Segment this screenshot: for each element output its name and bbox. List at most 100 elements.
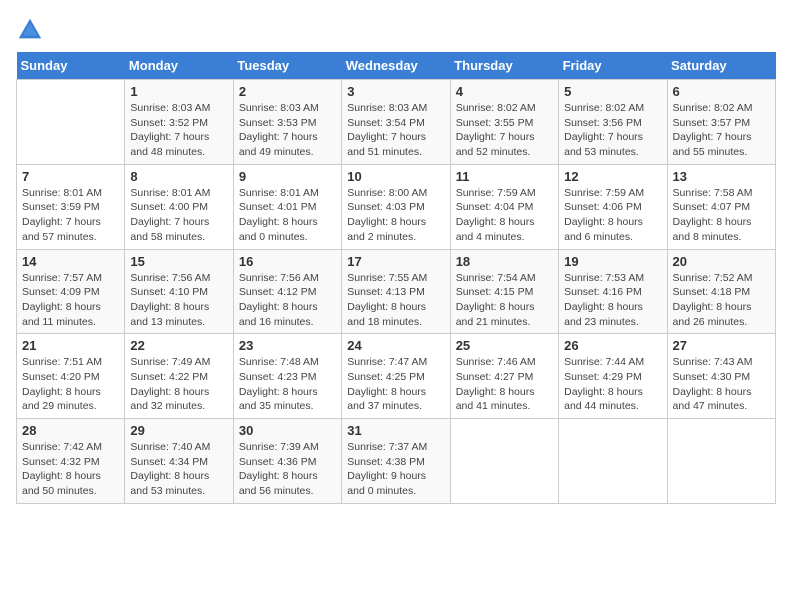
day-cell: 17Sunrise: 7:55 AM Sunset: 4:13 PM Dayli… — [342, 249, 450, 334]
day-info: Sunrise: 7:56 AM Sunset: 4:10 PM Dayligh… — [130, 271, 227, 330]
day-number: 15 — [130, 254, 227, 269]
day-info: Sunrise: 7:57 AM Sunset: 4:09 PM Dayligh… — [22, 271, 119, 330]
header-wednesday: Wednesday — [342, 52, 450, 80]
day-info: Sunrise: 7:51 AM Sunset: 4:20 PM Dayligh… — [22, 355, 119, 414]
day-cell: 6 Sunrise: 8:02 AM Sunset: 3:57 PM Daylig… — [667, 80, 775, 165]
day-number: 1 — [130, 84, 227, 99]
day-cell: 29 Sunrise: 7:40 AM Sunset: 4:34 PM Dayli… — [125, 419, 233, 504]
day-number: 17 — [347, 254, 444, 269]
logo-icon — [16, 16, 44, 44]
day-info: Sunrise: 8:02 AM Sunset: 3:55 PM Dayligh… — [456, 101, 553, 160]
day-info: Sunrise: 7:44 AM Sunset: 4:29 PM Dayligh… — [564, 355, 661, 414]
day-cell: 8 Sunrise: 8:01 AM Sunset: 4:00 PM Daylig… — [125, 164, 233, 249]
day-number: 6 — [673, 84, 770, 99]
day-number: 22 — [130, 338, 227, 353]
day-cell: 30 Sunrise: 7:39 AM Sunset: 4:36 PM Dayli… — [233, 419, 341, 504]
day-number: 5 — [564, 84, 661, 99]
day-number: 12 — [564, 169, 661, 184]
day-cell — [559, 419, 667, 504]
day-info: Sunrise: 7:39 AM Sunset: 4:36 PM Dayligh… — [239, 440, 336, 499]
day-info: Sunrise: 8:01 AM Sunset: 4:00 PM Dayligh… — [130, 186, 227, 245]
day-number: 29 — [130, 423, 227, 438]
day-cell: 14 Sunrise: 7:57 AM Sunset: 4:09 PM Dayli… — [17, 249, 125, 334]
day-number: 21 — [22, 338, 119, 353]
day-info: Sunrise: 8:03 AM Sunset: 3:54 PM Dayligh… — [347, 101, 444, 160]
day-info: Sunrise: 7:53 AM Sunset: 4:16 PM Dayligh… — [564, 271, 661, 330]
day-cell: 3 Sunrise: 8:03 AM Sunset: 3:54 PM Daylig… — [342, 80, 450, 165]
day-info: Sunrise: 7:48 AM Sunset: 4:23 PM Dayligh… — [239, 355, 336, 414]
week-row-1: 1 Sunrise: 8:03 AM Sunset: 3:52 PM Daylig… — [17, 80, 776, 165]
day-info: Sunrise: 8:03 AM Sunset: 3:53 PM Dayligh… — [239, 101, 336, 160]
day-number: 25 — [456, 338, 553, 353]
day-cell: 24 Sunrise: 7:47 AM Sunset: 4:25 PM Dayli… — [342, 334, 450, 419]
header-sunday: Sunday — [17, 52, 125, 80]
day-cell: 28 Sunrise: 7:42 AM Sunset: 4:32 PM Dayli… — [17, 419, 125, 504]
day-info: Sunrise: 7:37 AM Sunset: 4:38 PM Dayligh… — [347, 440, 444, 499]
day-number: 13 — [673, 169, 770, 184]
day-number: 31 — [347, 423, 444, 438]
day-info: Sunrise: 7:47 AM Sunset: 4:25 PM Dayligh… — [347, 355, 444, 414]
day-cell: 12 Sunrise: 7:59 AM Sunset: 4:06 PM Dayli… — [559, 164, 667, 249]
week-row-2: 7Sunrise: 8:01 AM Sunset: 3:59 PM Daylig… — [17, 164, 776, 249]
day-info: Sunrise: 7:58 AM Sunset: 4:07 PM Dayligh… — [673, 186, 770, 245]
logo — [16, 16, 48, 44]
day-cell: 10 Sunrise: 8:00 AM Sunset: 4:03 PM Dayli… — [342, 164, 450, 249]
header — [16, 16, 776, 44]
header-saturday: Saturday — [667, 52, 775, 80]
day-cell — [450, 419, 558, 504]
day-number: 8 — [130, 169, 227, 184]
day-number: 10 — [347, 169, 444, 184]
day-info: Sunrise: 8:03 AM Sunset: 3:52 PM Dayligh… — [130, 101, 227, 160]
day-info: Sunrise: 8:00 AM Sunset: 4:03 PM Dayligh… — [347, 186, 444, 245]
day-number: 11 — [456, 169, 553, 184]
day-number: 19 — [564, 254, 661, 269]
day-cell: 5Sunrise: 8:02 AM Sunset: 3:56 PM Daylig… — [559, 80, 667, 165]
day-cell: 15 Sunrise: 7:56 AM Sunset: 4:10 PM Dayli… — [125, 249, 233, 334]
day-info: Sunrise: 8:02 AM Sunset: 3:57 PM Dayligh… — [673, 101, 770, 160]
day-cell: 4 Sunrise: 8:02 AM Sunset: 3:55 PM Daylig… — [450, 80, 558, 165]
day-cell: 27 Sunrise: 7:43 AM Sunset: 4:30 PM Dayli… — [667, 334, 775, 419]
day-info: Sunrise: 7:42 AM Sunset: 4:32 PM Dayligh… — [22, 440, 119, 499]
day-cell: 11 Sunrise: 7:59 AM Sunset: 4:04 PM Dayli… — [450, 164, 558, 249]
day-number: 9 — [239, 169, 336, 184]
day-info: Sunrise: 7:40 AM Sunset: 4:34 PM Dayligh… — [130, 440, 227, 499]
day-number: 16 — [239, 254, 336, 269]
day-number: 4 — [456, 84, 553, 99]
day-cell — [17, 80, 125, 165]
day-number: 23 — [239, 338, 336, 353]
day-cell: 16 Sunrise: 7:56 AM Sunset: 4:12 PM Dayli… — [233, 249, 341, 334]
day-info: Sunrise: 7:54 AM Sunset: 4:15 PM Dayligh… — [456, 271, 553, 330]
day-number: 28 — [22, 423, 119, 438]
day-cell: 1 Sunrise: 8:03 AM Sunset: 3:52 PM Daylig… — [125, 80, 233, 165]
day-cell: 9Sunrise: 8:01 AM Sunset: 4:01 PM Daylig… — [233, 164, 341, 249]
day-cell: 21 Sunrise: 7:51 AM Sunset: 4:20 PM Dayli… — [17, 334, 125, 419]
day-cell: 7Sunrise: 8:01 AM Sunset: 3:59 PM Daylig… — [17, 164, 125, 249]
day-info: Sunrise: 7:43 AM Sunset: 4:30 PM Dayligh… — [673, 355, 770, 414]
day-number: 30 — [239, 423, 336, 438]
day-number: 14 — [22, 254, 119, 269]
day-info: Sunrise: 7:59 AM Sunset: 4:04 PM Dayligh… — [456, 186, 553, 245]
header-tuesday: Tuesday — [233, 52, 341, 80]
day-info: Sunrise: 7:56 AM Sunset: 4:12 PM Dayligh… — [239, 271, 336, 330]
header-row: SundayMondayTuesdayWednesdayThursdayFrid… — [17, 52, 776, 80]
day-cell: 31 Sunrise: 7:37 AM Sunset: 4:38 PM Dayli… — [342, 419, 450, 504]
week-row-3: 14 Sunrise: 7:57 AM Sunset: 4:09 PM Dayli… — [17, 249, 776, 334]
day-cell: 26 Sunrise: 7:44 AM Sunset: 4:29 PM Dayli… — [559, 334, 667, 419]
day-cell: 22 Sunrise: 7:49 AM Sunset: 4:22 PM Dayli… — [125, 334, 233, 419]
header-friday: Friday — [559, 52, 667, 80]
day-cell: 23 Sunrise: 7:48 AM Sunset: 4:23 PM Dayli… — [233, 334, 341, 419]
header-monday: Monday — [125, 52, 233, 80]
day-info: Sunrise: 7:59 AM Sunset: 4:06 PM Dayligh… — [564, 186, 661, 245]
day-number: 3 — [347, 84, 444, 99]
day-number: 26 — [564, 338, 661, 353]
day-number: 18 — [456, 254, 553, 269]
day-info: Sunrise: 7:52 AM Sunset: 4:18 PM Dayligh… — [673, 271, 770, 330]
day-number: 7 — [22, 169, 119, 184]
day-cell: 20Sunrise: 7:52 AM Sunset: 4:18 PM Dayli… — [667, 249, 775, 334]
day-cell: 25Sunrise: 7:46 AM Sunset: 4:27 PM Dayli… — [450, 334, 558, 419]
day-number: 24 — [347, 338, 444, 353]
day-info: Sunrise: 7:49 AM Sunset: 4:22 PM Dayligh… — [130, 355, 227, 414]
day-number: 27 — [673, 338, 770, 353]
week-row-4: 21 Sunrise: 7:51 AM Sunset: 4:20 PM Dayli… — [17, 334, 776, 419]
day-cell: 2Sunrise: 8:03 AM Sunset: 3:53 PM Daylig… — [233, 80, 341, 165]
